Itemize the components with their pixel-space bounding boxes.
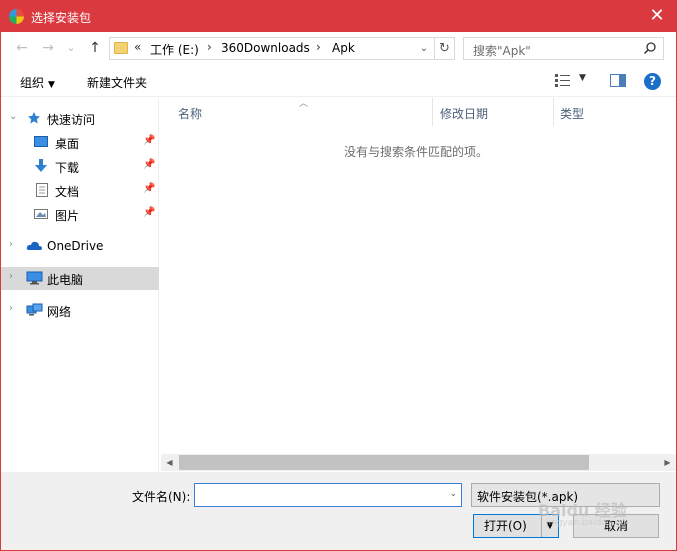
sidebar-label-network: 网络	[47, 305, 72, 319]
help-icon[interactable]: ?	[644, 73, 661, 90]
filename-history-dropdown-icon[interactable]: ⌄	[449, 489, 457, 499]
sidebar-item-documents[interactable]: 文档 📌	[1, 179, 159, 201]
filename-field[interactable]: ⌄	[194, 483, 462, 507]
search-input[interactable]: 搜索"Apk"	[473, 42, 531, 59]
sort-ascending-icon: ︿	[299, 99, 309, 109]
pictures-icon	[34, 209, 48, 219]
sidebar-label-desktop: 桌面	[55, 137, 80, 151]
column-header-type[interactable]: 类型	[554, 98, 666, 126]
expand-chevron-icon[interactable]: ›	[9, 239, 13, 250]
back-arrow-icon[interactable]: ←	[12, 38, 32, 58]
sidebar-item-quick-access[interactable]: ⌄ 快速访问	[1, 107, 159, 129]
pin-icon[interactable]: 📌	[143, 159, 155, 170]
new-folder-button[interactable]: 新建文件夹	[87, 74, 147, 91]
horizontal-scrollbar[interactable]: ◀ ▶	[161, 454, 676, 471]
column-header-date[interactable]: 修改日期	[433, 98, 554, 126]
view-options-icon[interactable]	[555, 74, 571, 87]
address-dropdown-icon[interactable]: ⌄	[415, 39, 433, 58]
app-logo-icon	[9, 9, 24, 24]
pin-icon[interactable]: 📌	[143, 207, 155, 218]
organize-menu-button[interactable]: 组织 ▼	[20, 74, 55, 91]
expand-chevron-icon[interactable]: ›	[9, 271, 13, 282]
computer-icon	[26, 271, 43, 285]
navigation-bar: ← → ⌄ ↑ « 工作 (E:) › 360Downloads › Apk ⌄…	[1, 32, 676, 64]
scroll-right-icon[interactable]: ▶	[659, 454, 676, 471]
sidebar-label-pictures: 图片	[55, 209, 80, 223]
refresh-icon[interactable]: ↻	[434, 38, 454, 59]
open-button-label: 打开(O)	[484, 519, 527, 533]
title-bar: 选择安装包 ✕	[1, 1, 676, 32]
breadcrumb-drive[interactable]: 工作 (E:)	[150, 41, 199, 58]
dropdown-triangle-icon: ▼	[48, 80, 55, 90]
navigation-pane: ⌄ 快速访问 桌面 📌 下载 📌 文档 📌 图片 📌 › OneDrive › …	[1, 98, 159, 472]
preview-pane-icon[interactable]	[610, 74, 626, 87]
search-icon[interactable]	[643, 41, 657, 55]
window-title: 选择安装包	[31, 11, 92, 25]
pin-icon[interactable]: 📌	[143, 183, 155, 194]
network-icon	[26, 303, 43, 316]
download-icon	[35, 159, 47, 172]
sidebar-item-network[interactable]: › 网络	[1, 299, 159, 321]
file-list[interactable]: 名称 ︿ 修改日期 类型 没有与搜索条件匹配的项。	[161, 98, 676, 472]
sidebar-label-quick-access: 快速访问	[47, 113, 96, 127]
expand-chevron-icon[interactable]: ›	[9, 303, 13, 314]
sidebar-label-onedrive: OneDrive	[47, 239, 104, 253]
pin-icon[interactable]: 📌	[143, 135, 155, 146]
sidebar-item-this-pc[interactable]: › 此电脑	[1, 267, 159, 290]
sidebar-item-pictures[interactable]: 图片 📌	[1, 203, 159, 225]
breadcrumb-apk[interactable]: Apk	[332, 41, 355, 55]
recent-locations-chevron-icon[interactable]: ⌄	[61, 38, 81, 58]
breadcrumb-separator-icon[interactable]: ›	[207, 40, 212, 54]
view-dropdown-icon[interactable]: ▼	[579, 73, 586, 83]
empty-state-message: 没有与搜索条件匹配的项。	[343, 145, 488, 159]
scroll-left-icon[interactable]: ◀	[161, 454, 178, 471]
sidebar-item-downloads[interactable]: 下载 📌	[1, 155, 159, 177]
up-arrow-icon[interactable]: ↑	[85, 38, 105, 58]
command-bar: 组织 ▼ 新建文件夹 ▼ ?	[1, 64, 676, 97]
collapse-chevron-icon[interactable]: ⌄	[9, 111, 17, 122]
file-open-dialog: 选择安装包 ✕ ← → ⌄ ↑ « 工作 (E:) › 360Downloads…	[0, 0, 677, 551]
breadcrumb-separator-icon[interactable]: ›	[316, 40, 321, 54]
cloud-icon	[26, 241, 42, 250]
scrollbar-thumb[interactable]	[179, 455, 589, 470]
forward-arrow-icon[interactable]: →	[38, 38, 58, 58]
column-label-name: 名称	[178, 107, 203, 121]
address-bar[interactable]: « 工作 (E:) › 360Downloads › Apk ⌄ ↻	[109, 37, 455, 60]
organize-label: 组织	[20, 76, 45, 90]
star-icon	[28, 112, 40, 124]
sidebar-label-documents: 文档	[55, 185, 80, 199]
filename-label: 文件名(N):	[132, 490, 191, 504]
desktop-icon	[34, 136, 48, 147]
close-button[interactable]: ✕	[646, 4, 668, 28]
sidebar-item-desktop[interactable]: 桌面 📌	[1, 131, 159, 153]
baidu-watermark-url: jingyan.baidu.com	[546, 518, 630, 528]
address-overflow-icon[interactable]: «	[134, 40, 141, 54]
sidebar-item-onedrive[interactable]: › OneDrive	[1, 235, 159, 257]
folder-icon	[114, 42, 128, 54]
document-icon	[36, 183, 48, 197]
breadcrumb-360downloads[interactable]: 360Downloads	[221, 41, 310, 55]
sidebar-label-this-pc: 此电脑	[47, 273, 84, 287]
column-label-type: 类型	[560, 107, 585, 121]
search-box[interactable]: 搜索"Apk"	[463, 37, 664, 60]
column-label-date: 修改日期	[440, 107, 489, 121]
column-header-name[interactable]: 名称 ︿	[161, 98, 433, 126]
sidebar-label-downloads: 下载	[55, 161, 80, 175]
